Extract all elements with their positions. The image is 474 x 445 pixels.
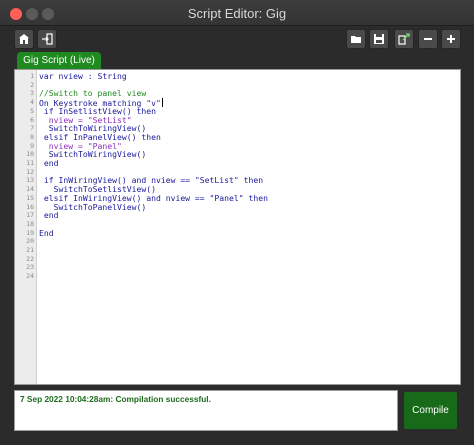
line-number: 17 <box>26 211 34 220</box>
home-export-button[interactable] <box>14 29 34 49</box>
export-button[interactable] <box>394 29 414 49</box>
toolbar <box>0 26 474 52</box>
line-number: 1 <box>30 72 34 80</box>
text-cursor <box>161 98 163 108</box>
tab-gig-script[interactable]: Gig Script (Live) <box>17 52 101 70</box>
line-number: 13 <box>26 176 34 185</box>
code-line: //Switch to panel view <box>39 89 146 98</box>
line-number: 20 <box>26 237 34 246</box>
folder-icon <box>351 36 361 43</box>
code-line-text: End <box>39 227 54 238</box>
save-button[interactable] <box>369 29 389 49</box>
code-line-text: //Switch to panel view <box>39 88 147 99</box>
line-number: 21 <box>26 246 34 254</box>
title-bar: Script Editor: Gig <box>0 0 474 26</box>
line-number: 22 <box>26 254 34 263</box>
line-number: 18 <box>26 219 34 228</box>
line-number: 11 <box>26 159 34 167</box>
line-number: 8 <box>30 132 34 141</box>
line-number: 19 <box>26 228 34 237</box>
increase-button[interactable] <box>441 29 461 49</box>
open-button[interactable] <box>346 29 366 49</box>
code-line: End <box>39 227 54 238</box>
line-number-gutter: 1 2 3 4 5 6 7 8 9 10 11 12 13 14 15 16 1… <box>15 70 37 384</box>
compile-status-output: 7 Sep 2022 10:04:28am: Compilation succe… <box>14 390 398 431</box>
tab-bar: Gig Script (Live) <box>0 52 474 70</box>
code-line: end <box>39 211 59 220</box>
plus-icon <box>447 35 455 43</box>
line-number: 12 <box>26 167 34 176</box>
line-number: 16 <box>26 202 34 211</box>
line-number: 6 <box>30 115 34 124</box>
code-line-text: end <box>39 158 59 168</box>
import-button[interactable] <box>37 29 57 49</box>
line-number: 3 <box>30 89 34 98</box>
code-editor[interactable]: 1 2 3 4 5 6 7 8 9 10 11 12 13 14 15 16 1… <box>14 69 461 385</box>
line-number: 7 <box>30 124 34 133</box>
line-number: 9 <box>30 141 34 150</box>
window-title: Script Editor: Gig <box>187 6 287 21</box>
line-number: 4 <box>30 98 34 107</box>
import-icon <box>42 33 53 45</box>
home-export-icon <box>19 34 29 44</box>
save-icon <box>374 34 384 44</box>
code-line-text: var nview : String <box>39 71 127 81</box>
line-number: 24 <box>26 272 34 281</box>
line-number: 2 <box>30 80 34 89</box>
code-line: end <box>39 159 59 168</box>
line-number: 10 <box>26 150 34 159</box>
line-number: 14 <box>26 185 34 194</box>
minus-icon <box>424 38 432 40</box>
line-number: 15 <box>26 193 34 202</box>
code-line-text: end <box>39 210 59 221</box>
line-number: 23 <box>26 263 34 272</box>
line-number: 5 <box>30 106 34 115</box>
export-icon <box>398 33 410 45</box>
status-message: 7 Sep 2022 10:04:28am: Compilation succe… <box>20 394 211 404</box>
code-line: var nview : String <box>39 72 127 81</box>
compile-button[interactable]: Compile <box>404 392 457 429</box>
decrease-button[interactable] <box>418 29 438 49</box>
